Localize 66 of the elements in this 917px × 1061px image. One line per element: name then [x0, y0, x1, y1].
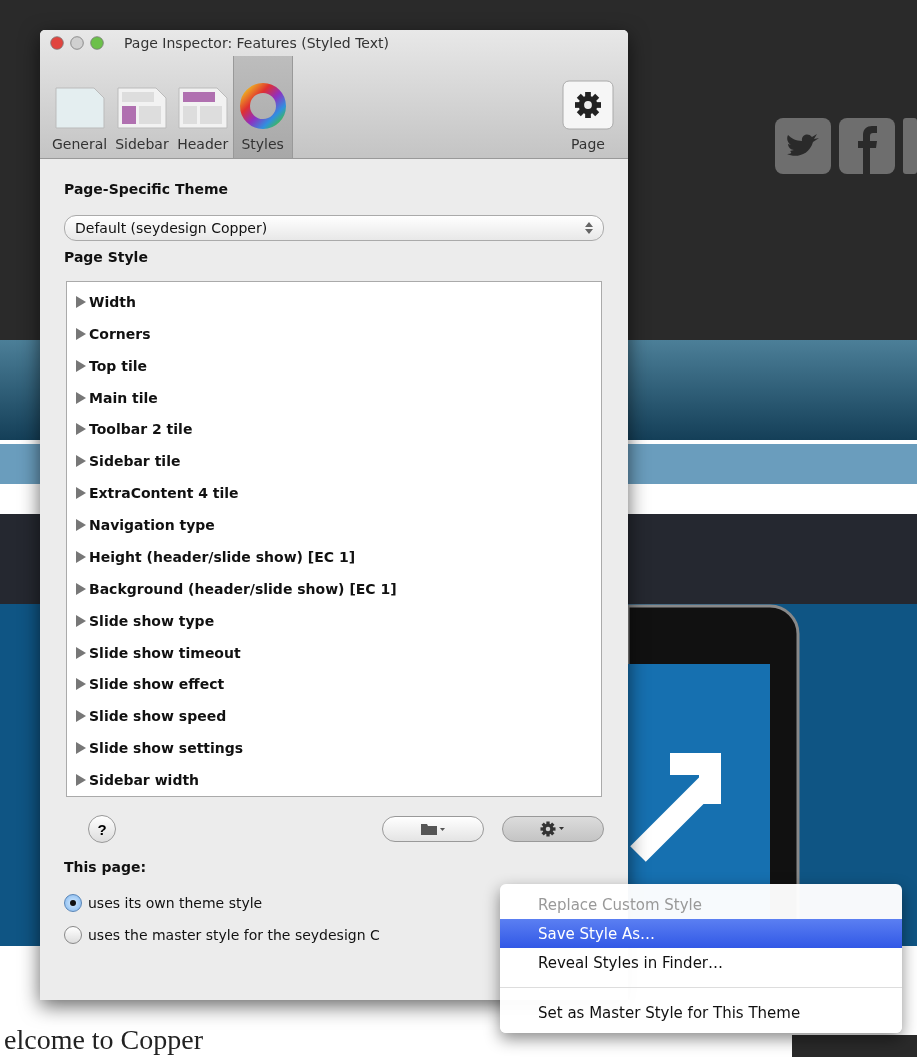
- list-item-label: Slide show timeout: [89, 644, 241, 661]
- list-item-label: Slide show type: [89, 612, 215, 629]
- list-item[interactable]: Slide show type: [75, 604, 601, 637]
- toolbar-tab[interactable]: Styles: [232, 56, 293, 158]
- theme-dropdown[interactable]: Default (seydesign Copper): [64, 215, 604, 241]
- toolbar-tab[interactable]: General: [48, 56, 112, 158]
- menu-item[interactable]: Save Style As…: [500, 919, 902, 948]
- list-item[interactable]: Slide show timeout: [75, 636, 601, 669]
- list-item[interactable]: Background (header/slide show) [EC 1]: [75, 572, 601, 605]
- facebook-icon: [839, 118, 895, 174]
- list-item-label: Toolbar 2 tile: [89, 421, 193, 438]
- list-item-label: Slide show effect: [89, 676, 225, 693]
- radio-label: uses the master style for the seydesign C: [88, 927, 380, 943]
- list-item[interactable]: Corners: [75, 317, 601, 350]
- gear-icon: [540, 821, 566, 837]
- radio-button[interactable]: [64, 926, 82, 944]
- list-item[interactable]: Slide show settings: [75, 732, 601, 765]
- toolbar-tab[interactable]: Header: [172, 56, 233, 158]
- list-item-label: Background (header/slide show) [EC 1]: [89, 580, 397, 597]
- list-item[interactable]: Width: [75, 286, 601, 318]
- list-item[interactable]: Sidebar width: [75, 764, 601, 796]
- close-button[interactable]: [50, 36, 64, 50]
- radio-button[interactable]: [64, 894, 82, 912]
- menu-item[interactable]: Reveal Styles in Finder…: [500, 948, 902, 977]
- list-item-label: Navigation type: [89, 517, 215, 534]
- list-item-label: Corners: [89, 325, 151, 342]
- color-wheel-icon: [238, 82, 287, 130]
- list-item[interactable]: Main tile: [75, 381, 601, 414]
- list-item-label: Sidebar tile: [89, 453, 181, 470]
- list-item[interactable]: Height (header/slide show) [EC 1]: [75, 541, 601, 573]
- action-menu-button[interactable]: [502, 816, 604, 842]
- list-item[interactable]: Toolbar 2 tile: [75, 413, 601, 446]
- zoom-button[interactable]: [90, 36, 104, 50]
- list-item-label: ExtraContent 4 tile: [89, 485, 239, 502]
- list-item-label: Sidebar width: [89, 772, 200, 789]
- list-item[interactable]: Slide show effect: [75, 668, 601, 701]
- list-item[interactable]: Sidebar tile: [75, 445, 601, 478]
- toolbar-tab[interactable]: Page: [558, 56, 618, 158]
- up-down-arrows-icon: [585, 222, 593, 234]
- folder-menu-button[interactable]: [382, 816, 484, 842]
- header-layout-icon: [176, 86, 229, 130]
- help-button[interactable]: ?: [88, 815, 116, 843]
- minimize-button[interactable]: [70, 36, 84, 50]
- twitter-icon: [775, 118, 831, 174]
- toolbar-tab[interactable]: Sidebar: [111, 56, 173, 158]
- section-label: This page:: [64, 859, 148, 875]
- window-title: Page Inspector: Features (Styled Text): [124, 35, 389, 51]
- sidebar-layout-icon: [115, 86, 168, 130]
- list-item-label: Main tile: [89, 389, 158, 406]
- list-item[interactable]: Top tile: [75, 349, 601, 382]
- list-item[interactable]: ExtraContent 4 tile: [75, 477, 601, 510]
- list-item-label: Width: [89, 293, 136, 310]
- document-icon: [53, 86, 106, 130]
- gear-icon: [562, 80, 614, 130]
- folder-icon: [421, 823, 445, 835]
- menu-item[interactable]: Set as Master Style for This Theme: [500, 998, 902, 1027]
- list-item-label: Slide show settings: [89, 740, 244, 757]
- list-item-label: Top tile: [89, 357, 147, 374]
- radio-label: uses its own theme style: [88, 895, 263, 911]
- list-item[interactable]: Slide show speed: [75, 700, 601, 733]
- page-heading: elcome to Copper: [3, 1023, 204, 1057]
- section-label: Page-Specific Theme: [64, 181, 229, 197]
- list-item-label: Slide show speed: [89, 708, 227, 725]
- list-item[interactable]: Navigation type: [75, 509, 601, 541]
- list-item-label: Height (header/slide show) [EC 1]: [89, 548, 356, 565]
- section-label: Page Style: [64, 249, 149, 265]
